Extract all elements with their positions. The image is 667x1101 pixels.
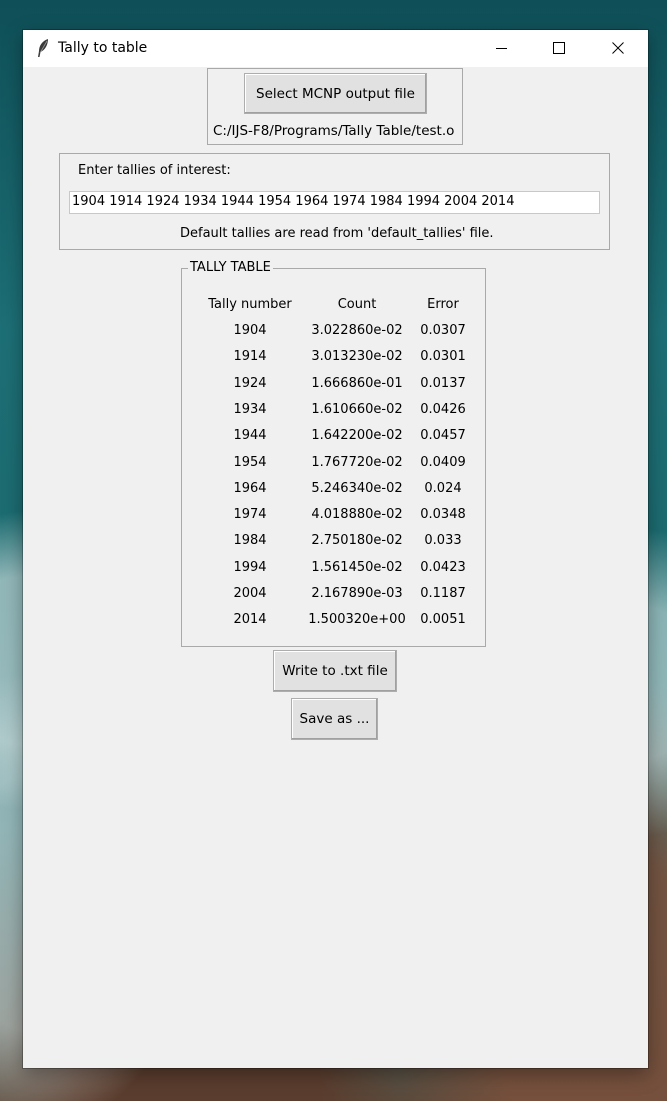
maximize-icon	[553, 39, 565, 58]
table-cell-tally-number: 2004	[233, 586, 267, 601]
feather-icon	[35, 38, 51, 58]
file-path-label: C:/IJS-F8/Programs/Tally Table/test.o	[213, 123, 455, 139]
close-icon	[612, 39, 624, 58]
tally-table-title: TALLY TABLE	[188, 260, 273, 275]
table-cell-tally-number: 2014	[233, 612, 267, 627]
table-header-error: Error	[427, 297, 459, 312]
select-file-button[interactable]: Select MCNP output file	[244, 73, 427, 114]
table-cell-tally-number: 1934	[233, 402, 267, 417]
title-bar[interactable]: Tally to table	[23, 30, 648, 67]
table-cell-tally-number: 1944	[233, 428, 267, 443]
table-header-tally-number: Tally number	[208, 297, 292, 312]
table-cell-error: 0.024	[424, 481, 462, 496]
save-as-button[interactable]: Save as ...	[291, 698, 378, 740]
tallies-input[interactable]: 1904 1914 1924 1934 1944 1954 1964 1974 …	[69, 191, 600, 214]
minimize-button[interactable]	[473, 30, 531, 67]
maximize-button[interactable]	[530, 30, 588, 67]
table-cell-tally-number: 1954	[233, 455, 267, 470]
window-title: Tally to table	[58, 40, 148, 56]
table-cell-tally-number: 1904	[233, 323, 267, 338]
table-cell-tally-number: 1994	[233, 560, 267, 575]
write-txt-button[interactable]: Write to .txt file	[273, 650, 397, 692]
table-cell-error: 0.0137	[420, 376, 466, 391]
minimize-icon	[496, 39, 508, 58]
table-cell-error: 0.0409	[420, 455, 466, 470]
app-window: Tally to table Select MCNP output file C…	[23, 30, 648, 1068]
table-cell-error: 0.0307	[420, 323, 466, 338]
tallies-prompt: Enter tallies of interest:	[78, 163, 231, 178]
table-cell-tally-number: 1984	[233, 533, 267, 548]
table-cell-error: 0.0423	[420, 560, 466, 575]
table-cell-error: 0.0348	[420, 507, 466, 522]
close-button[interactable]	[589, 30, 647, 67]
table-cell-error: 0.0457	[420, 428, 466, 443]
table-cell-error: 0.0051	[420, 612, 466, 627]
table-cell-error: 0.0426	[420, 402, 466, 417]
table-cell-tally-number: 1914	[233, 349, 267, 364]
table-cell-tally-number: 1974	[233, 507, 267, 522]
table-cell-tally-number: 1964	[233, 481, 267, 496]
table-cell-error: 0.0301	[420, 349, 466, 364]
table-cell-error: 0.033	[424, 533, 462, 548]
table-cell-error: 0.1187	[420, 586, 466, 601]
table-cell-tally-number: 1924	[233, 376, 267, 391]
default-tallies-note: Default tallies are read from 'default_t…	[180, 226, 494, 241]
